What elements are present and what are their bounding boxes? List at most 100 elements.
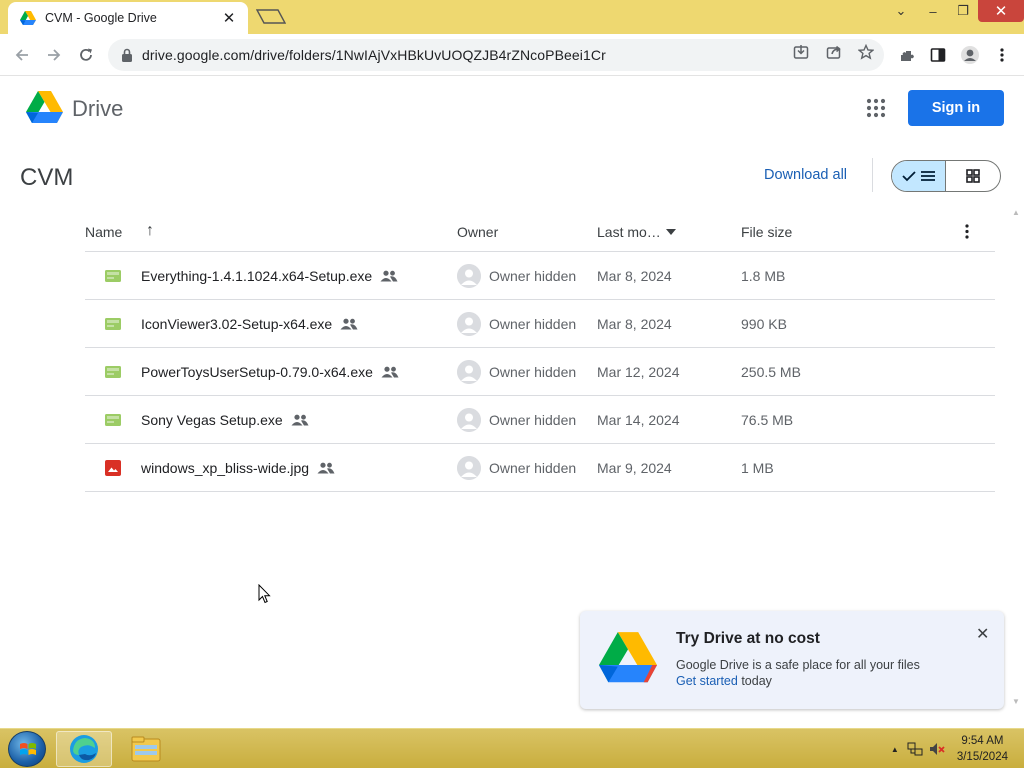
scrollbar-up-arrow[interactable]: ▲ xyxy=(1012,208,1020,217)
file-table: Name ↑ Owner Last mo… File size Everythi… xyxy=(85,212,995,492)
maximize-button[interactable]: ❐ xyxy=(948,0,978,22)
edge-browser-icon xyxy=(70,735,98,763)
table-row[interactable]: IconViewer3.02-Setup-x64.exe Owner hidden… xyxy=(85,300,995,348)
grid-view-button[interactable] xyxy=(946,161,1000,191)
owner-name: Owner hidden xyxy=(489,364,577,380)
drive-logo-icon xyxy=(599,632,657,683)
network-icon[interactable] xyxy=(907,741,923,757)
sign-in-button[interactable]: Sign in xyxy=(908,90,1004,126)
back-icon[interactable] xyxy=(9,42,35,68)
size-cell: 990 KB xyxy=(741,300,787,348)
browser-tab[interactable]: CVM - Google Drive ✕ xyxy=(8,2,248,34)
grid-icon xyxy=(966,169,980,183)
side-panel-icon[interactable] xyxy=(926,42,950,68)
windows-logo-icon xyxy=(20,743,36,755)
show-hidden-icons-icon[interactable]: ▲ xyxy=(891,745,899,754)
size-cell: 1 MB xyxy=(741,444,774,492)
promo-link-line: Get started today xyxy=(676,674,772,688)
start-button[interactable] xyxy=(8,731,46,767)
list-view-button[interactable] xyxy=(892,161,947,191)
new-tab-icon[interactable] xyxy=(256,9,286,24)
install-app-icon[interactable] xyxy=(791,42,811,62)
owner-name: Owner hidden xyxy=(489,268,577,284)
owner-avatar-icon xyxy=(457,264,481,288)
url-text: drive.google.com/drive/folders/1NwIAjVxH… xyxy=(142,47,606,63)
menu-kebab-icon[interactable] xyxy=(990,42,1014,68)
mouse-cursor-icon xyxy=(258,584,271,604)
file-name: PowerToysUserSetup-0.79.0-x64.exe xyxy=(141,364,373,380)
modified-cell: Mar 14, 2024 xyxy=(597,396,680,444)
tab-title: CVM - Google Drive xyxy=(45,11,157,25)
promo-body: Google Drive is a safe place for all you… xyxy=(676,658,920,672)
more-options-icon[interactable] xyxy=(965,224,969,239)
table-row[interactable]: windows_xp_bliss-wide.jpg Owner hidden Mar… xyxy=(85,444,995,492)
exe-icon xyxy=(105,396,121,444)
system-clock[interactable]: 9:54 AM 3/15/2024 xyxy=(957,733,1008,765)
tab-close-icon[interactable]: ✕ xyxy=(220,9,238,27)
modified-date: Mar 8, 2024 xyxy=(597,268,672,284)
promo-link-suffix: today xyxy=(737,674,772,688)
column-header-name[interactable]: Name xyxy=(85,224,122,240)
column-header-last-modified[interactable]: Last mo… xyxy=(597,224,661,240)
sort-arrow-up-icon[interactable]: ↑ xyxy=(146,222,154,240)
view-toggle xyxy=(891,160,1001,192)
taskbar-file-explorer[interactable] xyxy=(118,731,174,767)
shared-people-icon xyxy=(317,462,335,474)
owner-avatar-icon xyxy=(457,312,481,336)
file-name: Sony Vegas Setup.exe xyxy=(141,412,283,428)
owner-avatar-icon xyxy=(457,456,481,480)
promo-close-icon[interactable]: ✕ xyxy=(976,624,989,644)
owner-avatar-icon xyxy=(457,408,481,432)
taskbar-edge-browser[interactable] xyxy=(56,731,112,767)
profile-avatar-icon[interactable] xyxy=(958,42,982,68)
size-cell: 250.5 MB xyxy=(741,348,801,396)
scrollbar-down-arrow[interactable]: ▼ xyxy=(1012,697,1020,706)
file-rows: Everything-1.4.1.1024.x64-Setup.exe Owner… xyxy=(85,252,995,492)
file-size: 990 KB xyxy=(741,316,787,332)
file-name-cell[interactable]: Sony Vegas Setup.exe xyxy=(141,396,309,444)
download-all-button[interactable]: Download all xyxy=(764,167,847,183)
shared-people-icon xyxy=(380,270,398,282)
file-size: 76.5 MB xyxy=(741,412,794,428)
folder-icon xyxy=(131,736,161,762)
clock-date: 3/15/2024 xyxy=(956,751,1008,763)
modified-date: Mar 12, 2024 xyxy=(597,364,680,380)
file-name-cell[interactable]: windows_xp_bliss-wide.jpg xyxy=(141,444,335,492)
file-name-cell[interactable]: Everything-1.4.1.1024.x64-Setup.exe xyxy=(141,252,398,300)
file-name: windows_xp_bliss-wide.jpg xyxy=(141,460,310,476)
forward-icon[interactable] xyxy=(41,42,67,68)
folder-title: CVM xyxy=(20,164,74,191)
bookmark-star-icon[interactable] xyxy=(856,42,876,62)
app-name: Drive xyxy=(72,96,124,121)
minimize-button[interactable]: – xyxy=(918,0,948,22)
table-row[interactable]: Sony Vegas Setup.exe Owner hidden Mar 14, … xyxy=(85,396,995,444)
file-name-cell[interactable]: IconViewer3.02-Setup-x64.exe xyxy=(141,300,358,348)
table-row[interactable]: Everything-1.4.1.1024.x64-Setup.exe Owner… xyxy=(85,252,995,300)
owner-avatar-icon xyxy=(457,360,481,384)
modified-cell: Mar 8, 2024 xyxy=(597,300,672,348)
sort-dropdown-icon[interactable] xyxy=(666,229,676,235)
extensions-icon[interactable] xyxy=(894,42,918,68)
apps-grid-icon[interactable] xyxy=(866,98,886,118)
exe-icon xyxy=(105,252,121,300)
toolbar-divider xyxy=(872,158,873,192)
table-header: Name ↑ Owner Last mo… File size xyxy=(85,212,995,252)
get-started-link[interactable]: Get started xyxy=(676,674,738,688)
owner-cell: Owner hidden xyxy=(457,348,576,396)
tab-search-icon[interactable]: ⌄ xyxy=(884,0,918,22)
drive-favicon-icon xyxy=(20,11,36,25)
owner-cell: Owner hidden xyxy=(457,252,576,300)
volume-muted-icon[interactable] xyxy=(929,741,945,757)
exe-icon xyxy=(105,348,121,396)
system-tray: ▲ 9:54 AM 3/15/2024 xyxy=(891,729,1024,768)
size-cell: 1.8 MB xyxy=(741,252,785,300)
close-window-button[interactable]: ✕ xyxy=(978,0,1024,22)
share-icon[interactable] xyxy=(824,42,844,62)
table-row[interactable]: PowerToysUserSetup-0.79.0-x64.exe Owner h… xyxy=(85,348,995,396)
file-name-cell[interactable]: PowerToysUserSetup-0.79.0-x64.exe xyxy=(141,348,399,396)
modified-cell: Mar 8, 2024 xyxy=(597,252,672,300)
shared-people-icon xyxy=(340,318,358,330)
reload-icon[interactable] xyxy=(73,42,99,68)
address-bar[interactable]: drive.google.com/drive/folders/1NwIAjVxH… xyxy=(108,39,884,71)
owner-name: Owner hidden xyxy=(489,412,577,428)
